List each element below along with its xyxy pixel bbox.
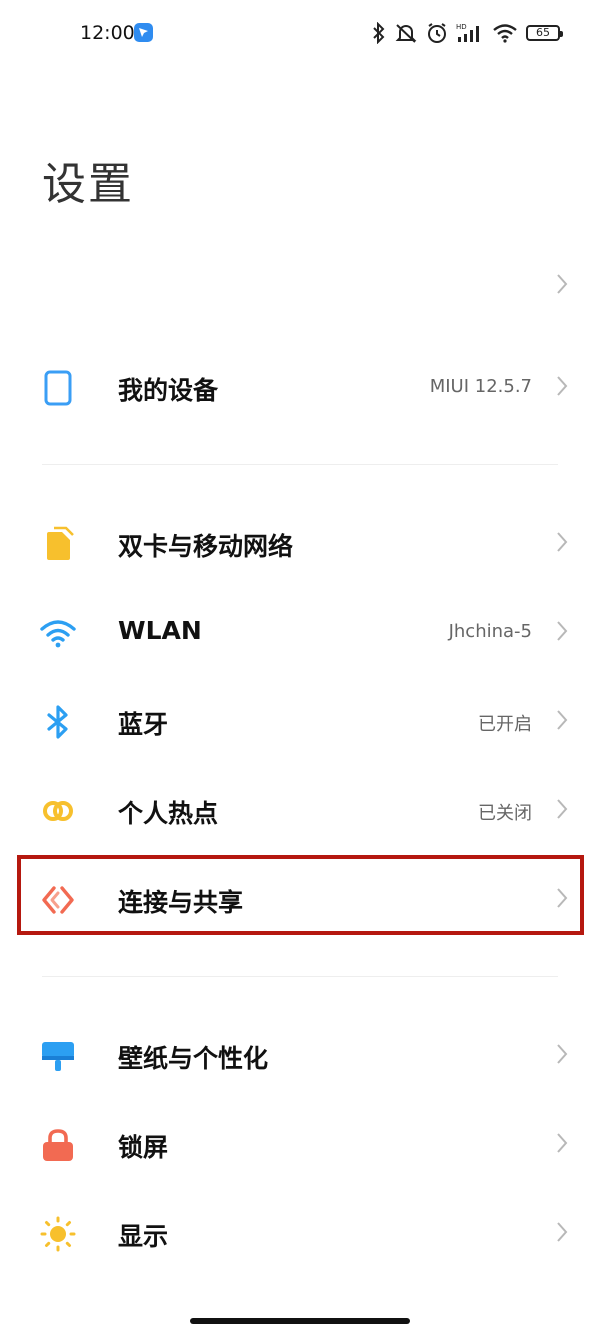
- settings-item-value: MIUI 12.5.7: [429, 376, 532, 397]
- sim-card-icon: [47, 526, 74, 560]
- wifi-icon: [40, 620, 76, 648]
- hd-signal-icon: HD: [456, 23, 479, 42]
- page-title: 设置: [42, 159, 134, 210]
- alarm-icon: [428, 23, 446, 43]
- settings-item-dual-sim[interactable]: 双卡与移动网络: [0, 500, 600, 588]
- mute-icon: [395, 24, 417, 43]
- settings-item-value: Jhchina-5: [448, 621, 532, 642]
- settings-item-label: 蓝牙: [118, 710, 169, 739]
- chevron-right-icon: [557, 532, 568, 552]
- status-icons: HD 65: [372, 20, 563, 46]
- account-row[interactable]: [0, 258, 600, 312]
- settings-item-hotspot[interactable]: 个人热点 已关闭: [0, 767, 600, 855]
- paint-brush-icon: [42, 1042, 74, 1071]
- svg-text:HD: HD: [456, 23, 467, 31]
- chevron-right-icon: [557, 1044, 568, 1064]
- battery-icon: 65: [526, 25, 563, 41]
- settings-item-value: 已关闭: [478, 803, 532, 824]
- chevron-right-icon: [557, 274, 568, 294]
- settings-item-label: 我的设备: [118, 376, 219, 405]
- section-divider: [42, 464, 558, 465]
- settings-item-label: 锁屏: [118, 1133, 169, 1162]
- hotspot-icon: [43, 801, 73, 821]
- status-time: 12:00: [80, 22, 135, 44]
- home-indicator[interactable]: [190, 1318, 410, 1324]
- settings-item-my-device[interactable]: 我的设备 MIUI 12.5.7: [0, 344, 600, 432]
- section-divider: [42, 976, 558, 977]
- chevron-right-icon: [557, 710, 568, 730]
- chevron-right-icon: [557, 799, 568, 819]
- settings-item-label: 壁纸与个性化: [118, 1044, 269, 1073]
- status-bar: 12:00 HD 65: [0, 0, 600, 68]
- phone-icon: [44, 370, 72, 406]
- battery-level: 65: [536, 26, 550, 39]
- bluetooth-icon: [47, 705, 68, 739]
- bluetooth-icon: [373, 22, 385, 44]
- settings-item-wallpaper[interactable]: 壁纸与个性化: [0, 1012, 600, 1100]
- settings-item-label: WLAN: [118, 616, 202, 645]
- settings-item-label: 显示: [118, 1222, 169, 1251]
- notification-app-icon: [134, 23, 153, 42]
- lock-icon: [43, 1129, 73, 1161]
- settings-item-label: 双卡与移动网络: [118, 532, 294, 561]
- settings-item-value: 已开启: [478, 714, 532, 735]
- settings-item-label: 个人热点: [118, 799, 219, 828]
- chevron-right-icon: [557, 621, 568, 641]
- chevron-right-icon: [557, 376, 568, 396]
- settings-item-display[interactable]: 显示: [0, 1190, 600, 1278]
- highlight-box: [17, 855, 584, 935]
- settings-item-lock-screen[interactable]: 锁屏: [0, 1101, 600, 1189]
- settings-item-bluetooth[interactable]: 蓝牙 已开启: [0, 678, 600, 766]
- settings-item-wlan[interactable]: WLAN Jhchina-5: [0, 589, 600, 677]
- wifi-icon: [493, 24, 517, 43]
- chevron-right-icon: [557, 1133, 568, 1153]
- chevron-right-icon: [557, 1222, 568, 1242]
- sun-icon: [40, 1216, 76, 1252]
